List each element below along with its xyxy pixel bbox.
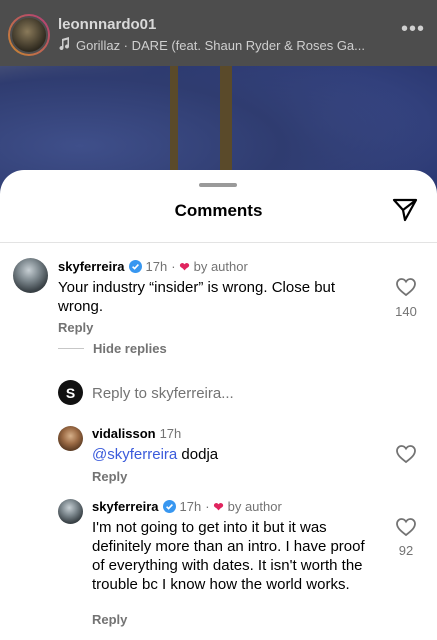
separator-dot: · xyxy=(171,259,176,274)
reply-time: 17h xyxy=(159,426,182,441)
comment-username[interactable]: skyferreira xyxy=(58,259,125,274)
more-horizontal-icon[interactable]: ••• xyxy=(401,19,425,39)
reply-text: @skyferreira dodja xyxy=(92,445,372,464)
avatar[interactable] xyxy=(58,499,83,524)
heart-filled-icon: ❤ xyxy=(179,259,190,274)
comments-sheet: Comments skyferreira 17h · ❤ by author Y… xyxy=(0,170,437,640)
avatar[interactable] xyxy=(13,258,48,293)
reply-body: dodja xyxy=(177,446,219,463)
post-username[interactable]: leonnnardo01 xyxy=(58,16,156,33)
current-user-avatar: S xyxy=(58,380,83,405)
reply-text: I'm not going to get into it but it was … xyxy=(92,519,365,593)
author-tag: by author xyxy=(227,499,282,514)
sheet-drag-handle[interactable] xyxy=(199,183,237,187)
heart-outline-icon[interactable] xyxy=(395,276,417,298)
author-tag: by author xyxy=(193,259,248,274)
music-note-icon xyxy=(58,37,72,53)
reply-header: skyferreira 17h · ❤ by author xyxy=(92,499,282,514)
reply-username[interactable]: vidalisson xyxy=(92,426,156,441)
reply-input[interactable]: Reply to skyferreira... xyxy=(92,385,234,402)
reply-button[interactable]: Reply xyxy=(58,320,93,335)
post-header: leonnnardo01 Gorillaz · DARE (feat. Shau… xyxy=(0,0,437,66)
sheet-title: Comments xyxy=(174,201,263,220)
comment-header: skyferreira 17h · ❤ by author xyxy=(58,259,248,274)
reply-username[interactable]: skyferreira xyxy=(92,499,159,514)
header-divider xyxy=(0,242,437,243)
like-count: 140 xyxy=(395,304,417,319)
post-song[interactable]: Gorillaz · DARE (feat. Shaun Ryder & Ros… xyxy=(58,37,365,53)
avatar[interactable] xyxy=(58,426,83,451)
heart-outline-icon[interactable] xyxy=(395,516,417,538)
send-icon[interactable] xyxy=(392,197,418,223)
post-author-avatar[interactable] xyxy=(8,14,50,56)
verified-badge-icon xyxy=(128,260,142,273)
mention-link[interactable]: @skyferreira xyxy=(92,446,177,463)
reply-header: vidalisson 17h xyxy=(92,426,181,441)
song-title: Gorillaz · DARE (feat. Shaun Ryder & Ros… xyxy=(76,38,365,53)
like-count: 92 xyxy=(398,543,414,558)
hide-replies-button[interactable]: Hide replies xyxy=(93,341,167,356)
heart-filled-icon: ❤ xyxy=(213,499,224,514)
heart-outline-icon[interactable] xyxy=(395,443,417,465)
comment-time: 17h xyxy=(145,259,168,274)
reply-button[interactable]: Reply xyxy=(92,469,127,484)
reply-time: 17h xyxy=(179,499,202,514)
verified-badge-icon xyxy=(162,500,176,513)
thread-line xyxy=(58,348,84,349)
separator-dot: · xyxy=(205,499,210,514)
comment-text: Your industry “insider” is wrong. Close … xyxy=(58,279,336,315)
reply-button[interactable]: Reply xyxy=(92,612,127,627)
